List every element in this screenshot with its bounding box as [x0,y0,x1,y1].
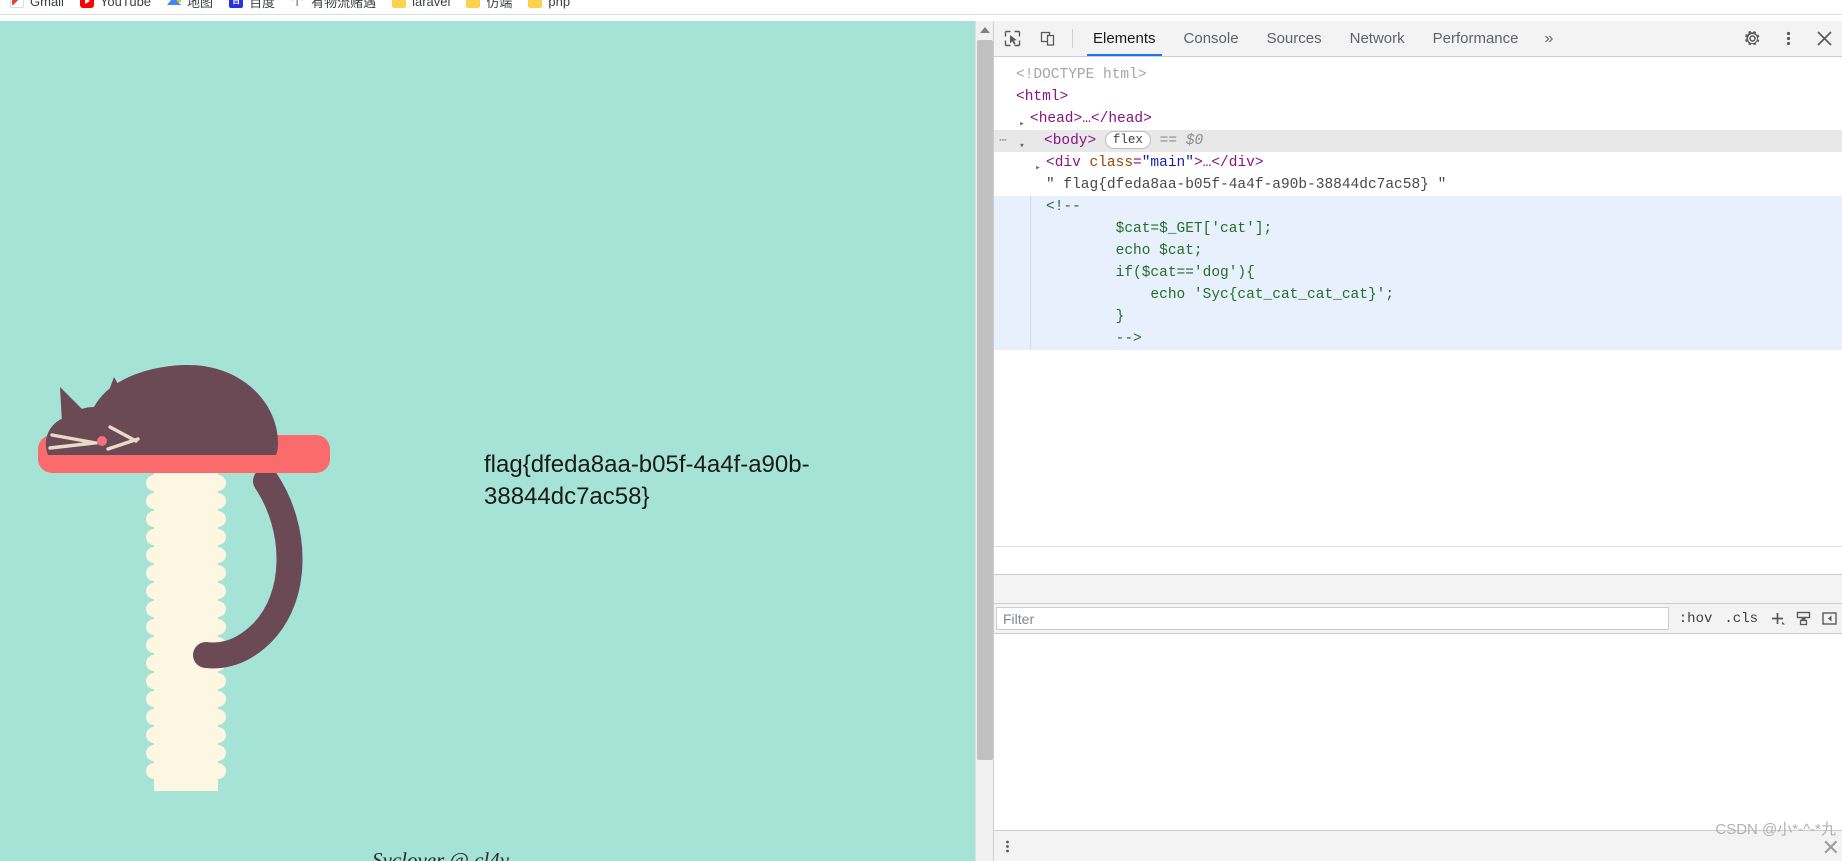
device-toolbar-icon[interactable] [1030,21,1066,56]
bookmark-item[interactable]: php [524,0,582,15]
page-scrollbar[interactable] [975,21,993,861]
dom-node-line[interactable]: ▸ <div class="main">…</div> [994,152,1842,174]
sleeping-cat-illustration [38,365,330,791]
inspect-element-icon[interactable] [994,21,1030,56]
watermark-close-glyph: ✕ [1821,835,1840,860]
devtools-toolbar-right [1734,21,1842,56]
dom-node-line[interactable]: $cat=$_GET['cat']; [994,218,1842,240]
page-signature: Syclover @ cl4y [372,848,510,861]
tab-elements[interactable]: Elements [1079,21,1170,56]
bookmarks-bar: Gmail YouTube 地图 百百度 有物流赌遇 laravel 仿端 php [0,0,1842,15]
dom-node-line[interactable]: <!DOCTYPE html> [994,64,1842,86]
bookmark-label: 地图 [187,0,214,10]
tab-console[interactable]: Console [1170,21,1253,56]
bookmark-label: 百度 [249,0,276,10]
dom-tree[interactable]: <!DOCTYPE html> <html> ▸ <head>…</head> ⋯ ▾ <b… [994,57,1842,546]
bookmark-item[interactable]: laravel [388,0,462,15]
dom-node-line[interactable]: } [994,306,1842,328]
close-icon[interactable] [1806,21,1842,56]
folder-icon [392,0,407,8]
baidu-icon: 百 [229,0,244,8]
devtools-panel: Elements Console Sources Network Performance… [993,21,1842,861]
dom-node-line[interactable]: <!-- [994,196,1842,218]
bookmark-item[interactable]: 百百度 [225,0,287,15]
bookmarks-bar-divider [0,14,1842,15]
rendered-page: flag{dfeda8aa-b05f-4a4f-a90b-38844dc7ac5… [0,21,975,861]
bookmark-label: YouTube [99,0,152,9]
dom-node-line[interactable]: --> [994,328,1842,350]
tab-sources[interactable]: Sources [1253,21,1336,56]
folder-icon [528,0,543,8]
document-icon [291,0,306,9]
drawer-menu-icon[interactable] [994,839,1020,854]
cat-nose [97,436,107,446]
bookmark-label: 有物流赌遇 [311,0,377,10]
tab-network[interactable]: Network [1336,21,1419,56]
breadcrumb[interactable] [994,546,1842,574]
bookmark-label: laravel [412,0,451,9]
plus-icon[interactable] [1764,606,1790,632]
scratching-post [146,457,226,791]
bookmark-label: Gmail [30,0,64,9]
bookmark-item[interactable]: 有物流赌遇 [287,0,388,15]
styles-filter-input[interactable] [996,607,1669,630]
bookmark-label: 仿端 [486,0,513,10]
dom-node-line[interactable]: <html> [994,86,1842,108]
element-classes-button[interactable]: .cls [1718,611,1764,627]
bookmark-item[interactable]: 仿端 [462,0,524,15]
devtools-toolbar: Elements Console Sources Network Performance… [994,21,1842,57]
more-tabs-button[interactable]: » [1533,21,1566,56]
csdn-watermark: CSDN @小*-^-*九 [1715,821,1836,838]
toolbar-divider [1072,29,1073,48]
hover-state-button[interactable]: :hov [1673,611,1719,627]
paint-brush-icon[interactable] [1790,606,1816,632]
screenshot-root: Gmail YouTube 地图 百百度 有物流赌遇 laravel 仿端 php [0,0,1842,861]
youtube-icon [79,0,94,8]
scrollbar-thumb[interactable] [977,40,993,760]
bookmark-label: php [548,0,571,9]
gear-icon[interactable] [1734,21,1770,56]
folder-icon [466,0,481,8]
bookmark-item[interactable]: 地图 [163,0,225,15]
dom-node-line[interactable]: echo $cat; [994,240,1842,262]
styles-pane [994,634,1842,830]
dom-node-line[interactable]: " flag{dfeda8aa-b05f-4a4f-a90b-38844dc7a… [994,174,1842,196]
dom-node-line[interactable]: ⋯ ▾ <body> flex == $0 [994,130,1842,152]
tab-performance[interactable]: Performance [1419,21,1533,56]
dom-node-line[interactable]: echo 'Syc{cat_cat_cat_cat}'; [994,284,1842,306]
toggle-sidebar-icon[interactable] [1816,606,1842,632]
more-options-icon[interactable] [1770,21,1806,56]
maps-icon [167,0,182,8]
bookmark-item[interactable]: Gmail [6,0,76,15]
dom-node-line[interactable]: if($cat=='dog'){ [994,262,1842,284]
styles-sidebar-tabs[interactable] [994,574,1842,604]
scroll-up-arrow-icon[interactable] [976,21,994,39]
styles-filter-row: :hov .cls [994,604,1842,634]
dom-node-line[interactable]: ▸ <head>…</head> [994,108,1842,130]
page-flag-text: flag{dfeda8aa-b05f-4a4f-a90b-38844dc7ac5… [484,451,810,510]
gmail-icon [10,0,24,8]
bookmark-item[interactable]: YouTube [76,0,163,15]
